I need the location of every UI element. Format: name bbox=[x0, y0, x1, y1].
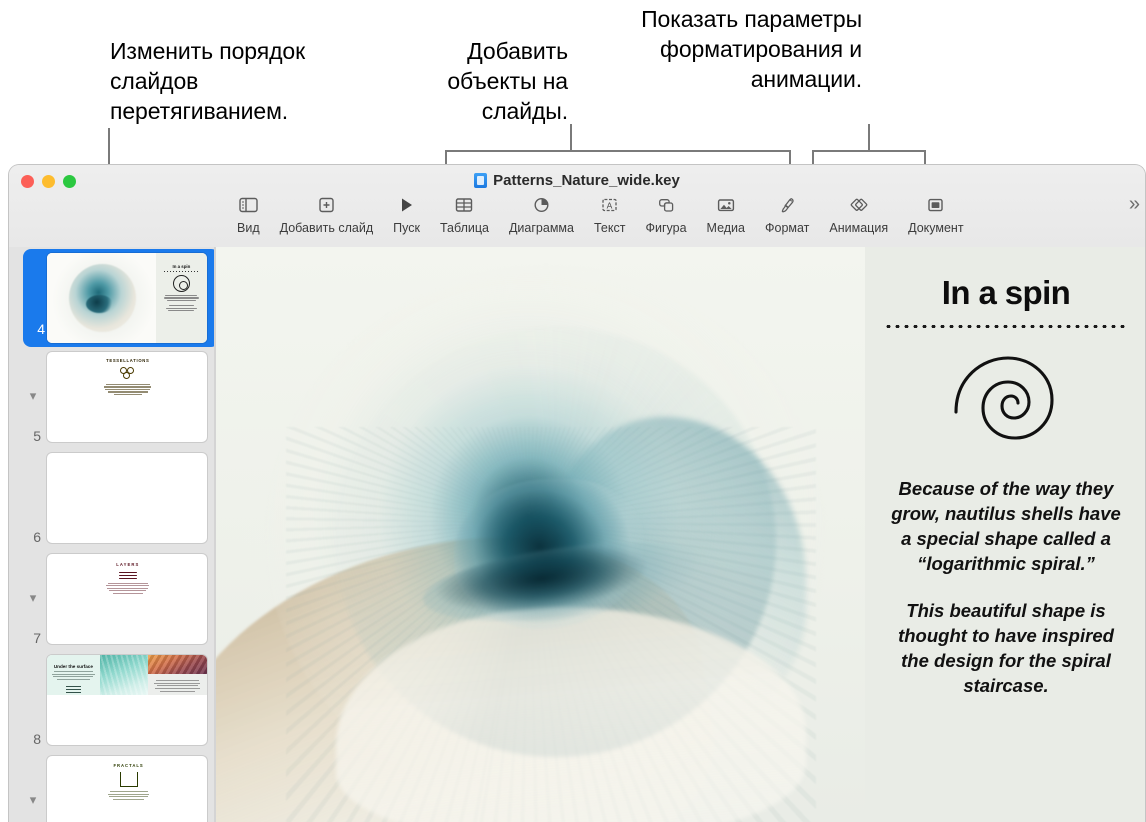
keynote-document-icon bbox=[474, 173, 488, 188]
slide-thumbnail-8[interactable]: Under the surface bbox=[47, 655, 207, 745]
screenshot-root: Изменить порядок слайдов перетягиванием.… bbox=[0, 0, 1146, 822]
nautilus-shell-photo bbox=[216, 247, 865, 822]
window-titlebar: Patterns_Nature_wide.key Вид Добавить сл… bbox=[9, 165, 1145, 247]
animate-diamond-icon bbox=[849, 193, 869, 217]
slide-number-8: 8 bbox=[33, 731, 41, 747]
toolbar-button-media[interactable]: Медиа bbox=[697, 191, 755, 235]
thumb-title-6: Perfect fit bbox=[154, 462, 176, 467]
slide-navigator[interactable]: 4 In a spin ▾ 5 TESSELLATIONS 6 Perfect … bbox=[9, 247, 216, 822]
chart-pie-icon bbox=[533, 193, 550, 217]
media-image-icon bbox=[717, 193, 735, 217]
main-toolbar: Вид Добавить слайд Пуск Таблица Диаграмм… bbox=[215, 191, 1145, 247]
keynote-window: Patterns_Nature_wide.key Вид Добавить сл… bbox=[8, 164, 1146, 822]
slide-number-5: 5 bbox=[33, 428, 41, 444]
toolbar-label-play: Пуск bbox=[393, 221, 420, 235]
document-title-text: Patterns_Nature_wide.key bbox=[493, 172, 680, 189]
toolbar-button-view[interactable]: Вид bbox=[227, 191, 270, 235]
toolbar-button-play[interactable]: Пуск bbox=[383, 191, 430, 235]
slide-thumbnail-4[interactable]: In a spin bbox=[47, 253, 207, 343]
format-brush-icon bbox=[779, 193, 796, 217]
slide-number-6: 6 bbox=[33, 529, 41, 545]
slide-thumbnail-6[interactable]: Perfect fit bbox=[47, 453, 207, 543]
thumb-title-8: Under the surface bbox=[53, 664, 93, 669]
callout-leader-add bbox=[570, 124, 572, 152]
spiral-icon bbox=[954, 356, 1054, 440]
slide-paragraph-2: This beautiful shape is thought to have … bbox=[898, 600, 1114, 696]
slide-thumbnail-9[interactable]: FRACTALS bbox=[47, 756, 207, 822]
toolbar-label-document: Документ bbox=[908, 221, 964, 235]
play-icon bbox=[399, 193, 414, 217]
toolbar-label-text: Текст bbox=[593, 221, 626, 235]
callout-leader-format bbox=[868, 124, 870, 152]
slide-thumbnail-5[interactable]: TESSELLATIONS bbox=[47, 352, 207, 442]
toolbar-label-chart: Диаграмма bbox=[508, 221, 574, 235]
callout-reorder-slides: Изменить порядок слайдов перетягиванием. bbox=[110, 38, 306, 124]
toolbar-label-table: Таблица bbox=[439, 221, 489, 235]
toolbar-label-view: Вид bbox=[237, 221, 260, 235]
toolbar-button-text[interactable]: A Текст bbox=[584, 191, 635, 235]
collapse-chevron-icon-9[interactable]: ▾ bbox=[25, 792, 41, 808]
collapse-chevron-icon-7[interactable]: ▾ bbox=[25, 590, 41, 606]
slide-canvas[interactable]: In a spin Because of the way they grow, … bbox=[216, 247, 1145, 822]
slide-thumbnail-7[interactable]: LAYERS bbox=[47, 554, 207, 644]
toolbar-label-format: Формат bbox=[765, 221, 810, 235]
toolbar-button-format[interactable]: Формат bbox=[755, 191, 819, 235]
document-icon bbox=[927, 193, 944, 217]
thumb-title-4: In a spin bbox=[172, 264, 191, 269]
table-icon bbox=[455, 193, 473, 217]
slide-number-7: 7 bbox=[33, 630, 41, 646]
slide-paragraph-1: Because of the way they grow, nautilus s… bbox=[891, 478, 1121, 574]
text-box-icon: A bbox=[601, 193, 618, 217]
thumb-title-9: FRACTALS bbox=[113, 763, 144, 768]
toolbar-button-add-slide[interactable]: Добавить слайд bbox=[270, 191, 384, 235]
toolbar-label-shape: Фигура bbox=[645, 221, 687, 235]
toolbar-label-animate: Анимация bbox=[829, 221, 889, 235]
collapse-chevron-icon-5[interactable]: ▾ bbox=[25, 388, 41, 404]
toolbar-button-document[interactable]: Документ bbox=[898, 191, 973, 235]
add-slide-icon bbox=[317, 193, 336, 217]
title-dotted-rule bbox=[884, 325, 1128, 328]
thumb-title-5: TESSELLATIONS bbox=[106, 358, 150, 363]
thumb-title-7: LAYERS bbox=[116, 562, 140, 567]
shape-icon bbox=[658, 193, 675, 217]
document-title-bar: Patterns_Nature_wide.key bbox=[9, 172, 1145, 189]
slide-number-4: 4 bbox=[37, 321, 45, 337]
toolbar-label-media: Медиа bbox=[706, 221, 745, 235]
callout-format-animate: Показать параметры форматирования и аним… bbox=[641, 6, 862, 92]
callout-add-objects: Добавить объекты на слайды. bbox=[447, 38, 568, 124]
svg-text:A: A bbox=[607, 201, 613, 211]
slide-title: In a spin bbox=[941, 274, 1071, 311]
toolbar-button-animate[interactable]: Анимация bbox=[819, 191, 898, 235]
toolbar-label-add-slide: Добавить слайд bbox=[279, 221, 374, 235]
toolbar-overflow-chevron-icon[interactable]: » bbox=[1129, 193, 1140, 216]
view-sidebar-icon bbox=[239, 193, 258, 217]
toolbar-button-shape[interactable]: Фигура bbox=[635, 191, 696, 235]
toolbar-button-table[interactable]: Таблица bbox=[430, 191, 499, 235]
slide-text-column: In a spin Because of the way they grow, … bbox=[865, 247, 1145, 822]
toolbar-button-chart[interactable]: Диаграмма bbox=[499, 191, 584, 235]
